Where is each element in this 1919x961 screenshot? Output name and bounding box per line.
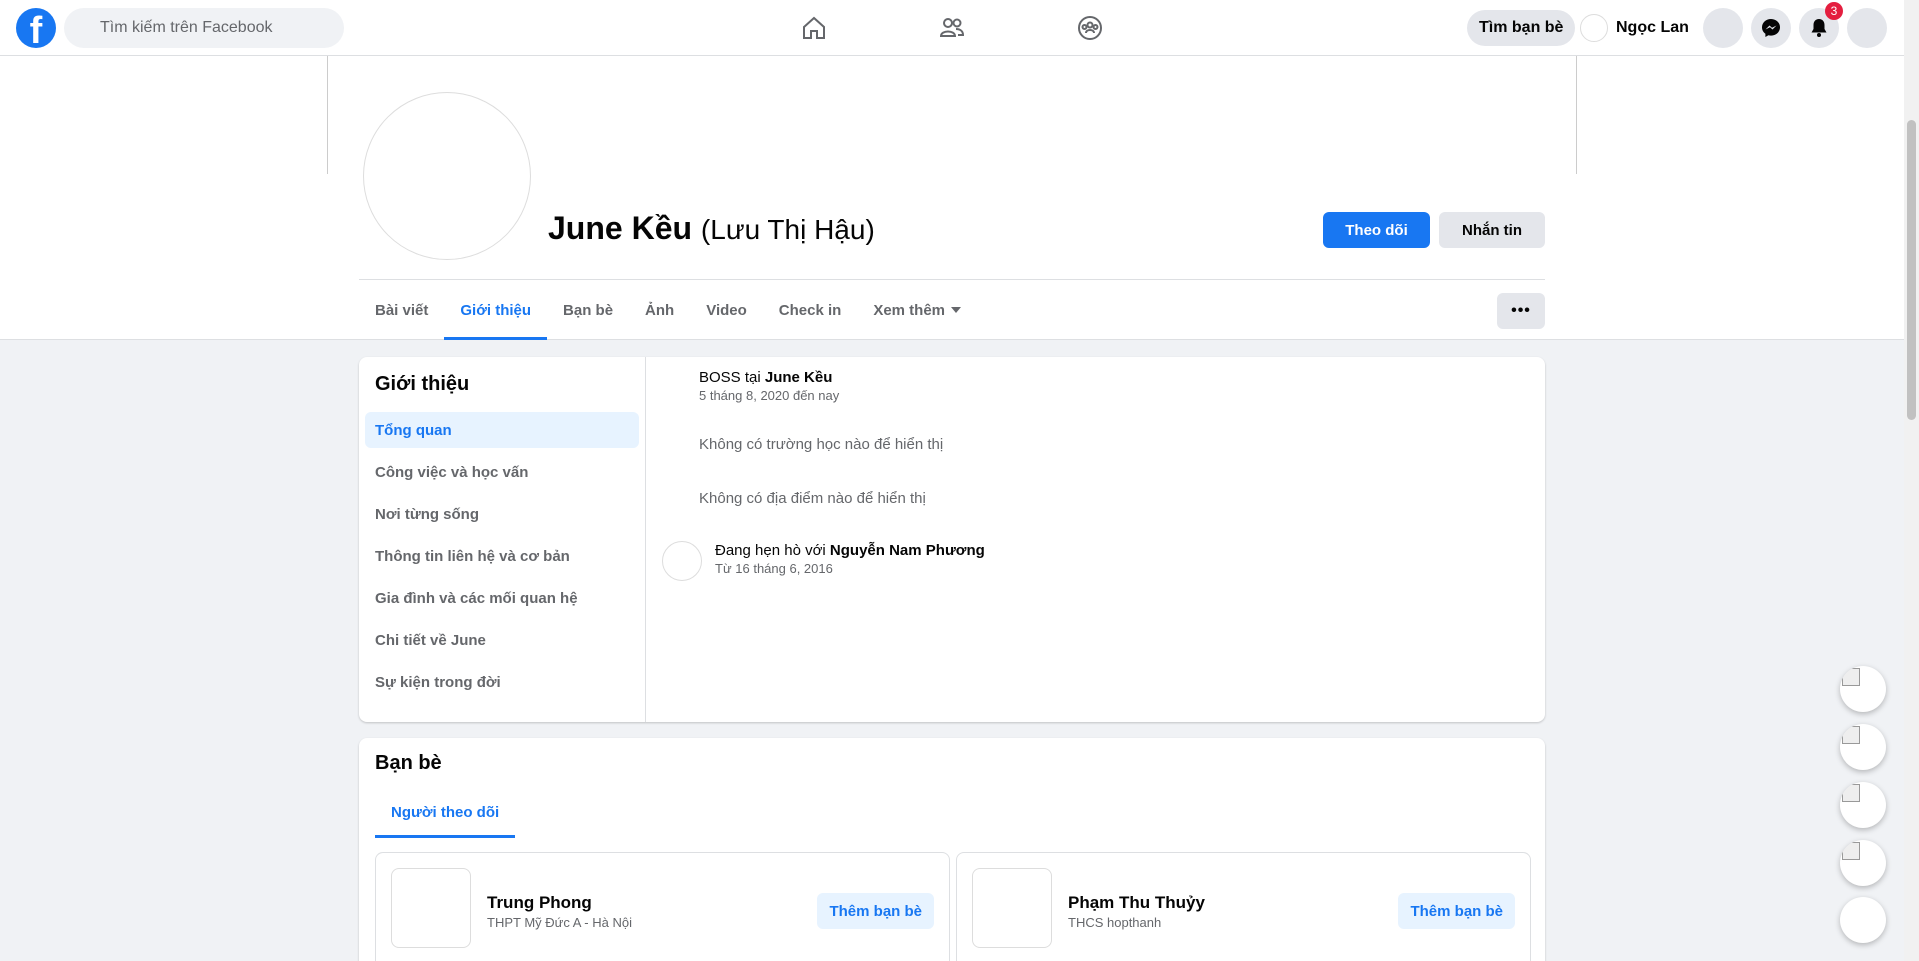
tab-video[interactable]: Video — [690, 280, 763, 340]
about-menu-life-events[interactable]: Sự kiện trong đời — [365, 664, 639, 700]
find-friends-button[interactable]: Tìm bạn bè — [1467, 10, 1576, 46]
bell-icon — [1811, 19, 1827, 37]
tab-friends[interactable]: Bạn bè — [547, 280, 629, 340]
profile-alternate-name: (Lưu Thị Hậu) — [700, 214, 875, 245]
add-friend-button[interactable]: Thêm bạn bè — [1398, 893, 1515, 929]
caret-down-icon — [951, 307, 962, 313]
menu-button[interactable] — [1703, 8, 1743, 48]
notifications-button[interactable]: 3 — [1799, 2, 1843, 48]
about-menu-contact[interactable]: Thông tin liên hệ và cơ bản — [365, 538, 639, 574]
notification-badge: 3 — [1825, 2, 1843, 20]
profile-display-name: June Kều — [548, 210, 693, 246]
search-input[interactable]: Tìm kiếm trên Facebook — [64, 8, 344, 48]
tab-about[interactable]: Giới thiệu — [444, 280, 547, 340]
groups-icon[interactable] — [1060, 0, 1120, 56]
relationship-since: Từ 16 tháng 6, 2016 — [715, 561, 833, 576]
follow-button[interactable]: Theo dõi — [1323, 212, 1430, 248]
user-name: Ngọc Lan — [1616, 19, 1689, 36]
tab-photos[interactable]: Ảnh — [629, 280, 690, 340]
friends-title: Bạn bè — [375, 752, 442, 774]
cover-right-edge — [1576, 56, 1577, 174]
more-dots-icon[interactable]: ••• — [1497, 293, 1545, 329]
search-placeholder: Tìm kiếm trên Facebook — [100, 19, 273, 36]
work-place-link[interactable]: June Kều — [765, 369, 833, 386]
friends-icon[interactable] — [922, 0, 982, 56]
broken-image-icon — [1842, 784, 1860, 802]
chat-head[interactable] — [1840, 782, 1886, 828]
chat-head[interactable] — [1840, 666, 1886, 712]
about-menu-details[interactable]: Chi tiết về June — [365, 622, 639, 658]
tab-followers[interactable]: Người theo dõi — [375, 788, 516, 838]
account-button[interactable] — [1847, 8, 1887, 48]
about-menu-places[interactable]: Nơi từng sống — [365, 496, 639, 532]
friend-subtitle: THCS hopthanh — [1068, 915, 1162, 930]
work-entry: BOSS tại June Kều 5 tháng 8, 2020 đến na… — [699, 369, 839, 403]
about-menu-overview[interactable]: Tổng quan — [365, 412, 639, 448]
broken-image-icon — [1842, 668, 1860, 686]
profile-shortcut[interactable]: Ngọc Lan — [1580, 14, 1689, 42]
friend-name[interactable]: Phạm Thu Thuỷy — [1068, 893, 1205, 913]
avatar — [1580, 14, 1608, 42]
about-content: BOSS tại June Kều 5 tháng 8, 2020 đến na… — [647, 357, 1545, 722]
tab-more[interactable]: Xem thêm — [857, 280, 977, 340]
friend-name[interactable]: Trung Phong — [487, 893, 592, 913]
profile-name: June Kều (Lưu Thị Hậu) — [548, 210, 875, 247]
work-line: BOSS tại June Kều — [699, 369, 839, 386]
work-dates: 5 tháng 8, 2020 đến nay — [699, 388, 840, 403]
cover-left-edge — [327, 56, 328, 174]
scrollbar-thumb[interactable] — [1907, 120, 1916, 420]
about-menu-work-education[interactable]: Công việc và học vấn — [365, 454, 639, 490]
chat-head[interactable] — [1840, 840, 1886, 886]
scrollbar[interactable] — [1904, 0, 1919, 961]
friend-subtitle: THPT Mỹ Đức A - Hà Nội — [487, 915, 632, 930]
relationship-line: Đang hẹn hò với Nguyễn Nam Phương — [715, 542, 985, 559]
message-button[interactable]: Nhắn tin — [1439, 212, 1545, 248]
tab-posts[interactable]: Bài viết — [359, 280, 444, 340]
friend-photo[interactable] — [391, 868, 471, 948]
relationship-entry: Đang hẹn hò với Nguyễn Nam Phương Từ 16 … — [715, 542, 985, 576]
profile-avatar[interactable] — [363, 92, 531, 260]
work-title: BOSS tại — [699, 369, 761, 386]
about-sidebar: Giới thiệu Tổng quan Công việc và học vấ… — [359, 357, 646, 722]
chat-head[interactable] — [1840, 724, 1886, 770]
broken-image-icon — [1842, 842, 1860, 860]
about-menu-family[interactable]: Gia đình và các mối quan hệ — [365, 580, 639, 616]
home-icon[interactable] — [784, 0, 844, 56]
friends-card: Bạn bè Người theo dõi Trung Phong THPT M… — [359, 738, 1545, 961]
tab-checkin[interactable]: Check in — [763, 280, 858, 340]
friend-photo[interactable] — [972, 868, 1052, 948]
friend-tile[interactable]: Phạm Thu Thuỷy THCS hopthanh Thêm bạn bè — [956, 852, 1531, 961]
add-friend-button[interactable]: Thêm bạn bè — [817, 893, 934, 929]
new-message-button[interactable] — [1840, 897, 1886, 943]
profile-tabs: Bài viết Giới thiệu Bạn bè Ảnh Video Che… — [359, 280, 977, 340]
no-places-text: Không có địa điểm nào để hiển thị — [699, 490, 926, 507]
friend-tile[interactable]: Trung Phong THPT Mỹ Đức A - Hà Nội Thêm … — [375, 852, 950, 961]
relationship-partner-link[interactable]: Nguyễn Nam Phương — [830, 542, 985, 559]
top-navbar: f Tìm kiếm trên Facebook Tìm bạn bè Ngọc… — [0, 0, 1904, 56]
facebook-logo-icon[interactable]: f — [16, 8, 56, 48]
messenger-icon[interactable] — [1751, 8, 1791, 48]
broken-image-icon — [1842, 726, 1860, 744]
tab-more-label: Xem thêm — [873, 301, 946, 319]
about-title: Giới thiệu — [375, 373, 470, 395]
relationship-avatar[interactable] — [662, 541, 702, 581]
no-school-text: Không có trường học nào để hiển thị — [699, 436, 944, 453]
about-card: Giới thiệu Tổng quan Công việc và học vấ… — [359, 357, 1545, 722]
relationship-status: Đang hẹn hò với — [715, 542, 826, 559]
